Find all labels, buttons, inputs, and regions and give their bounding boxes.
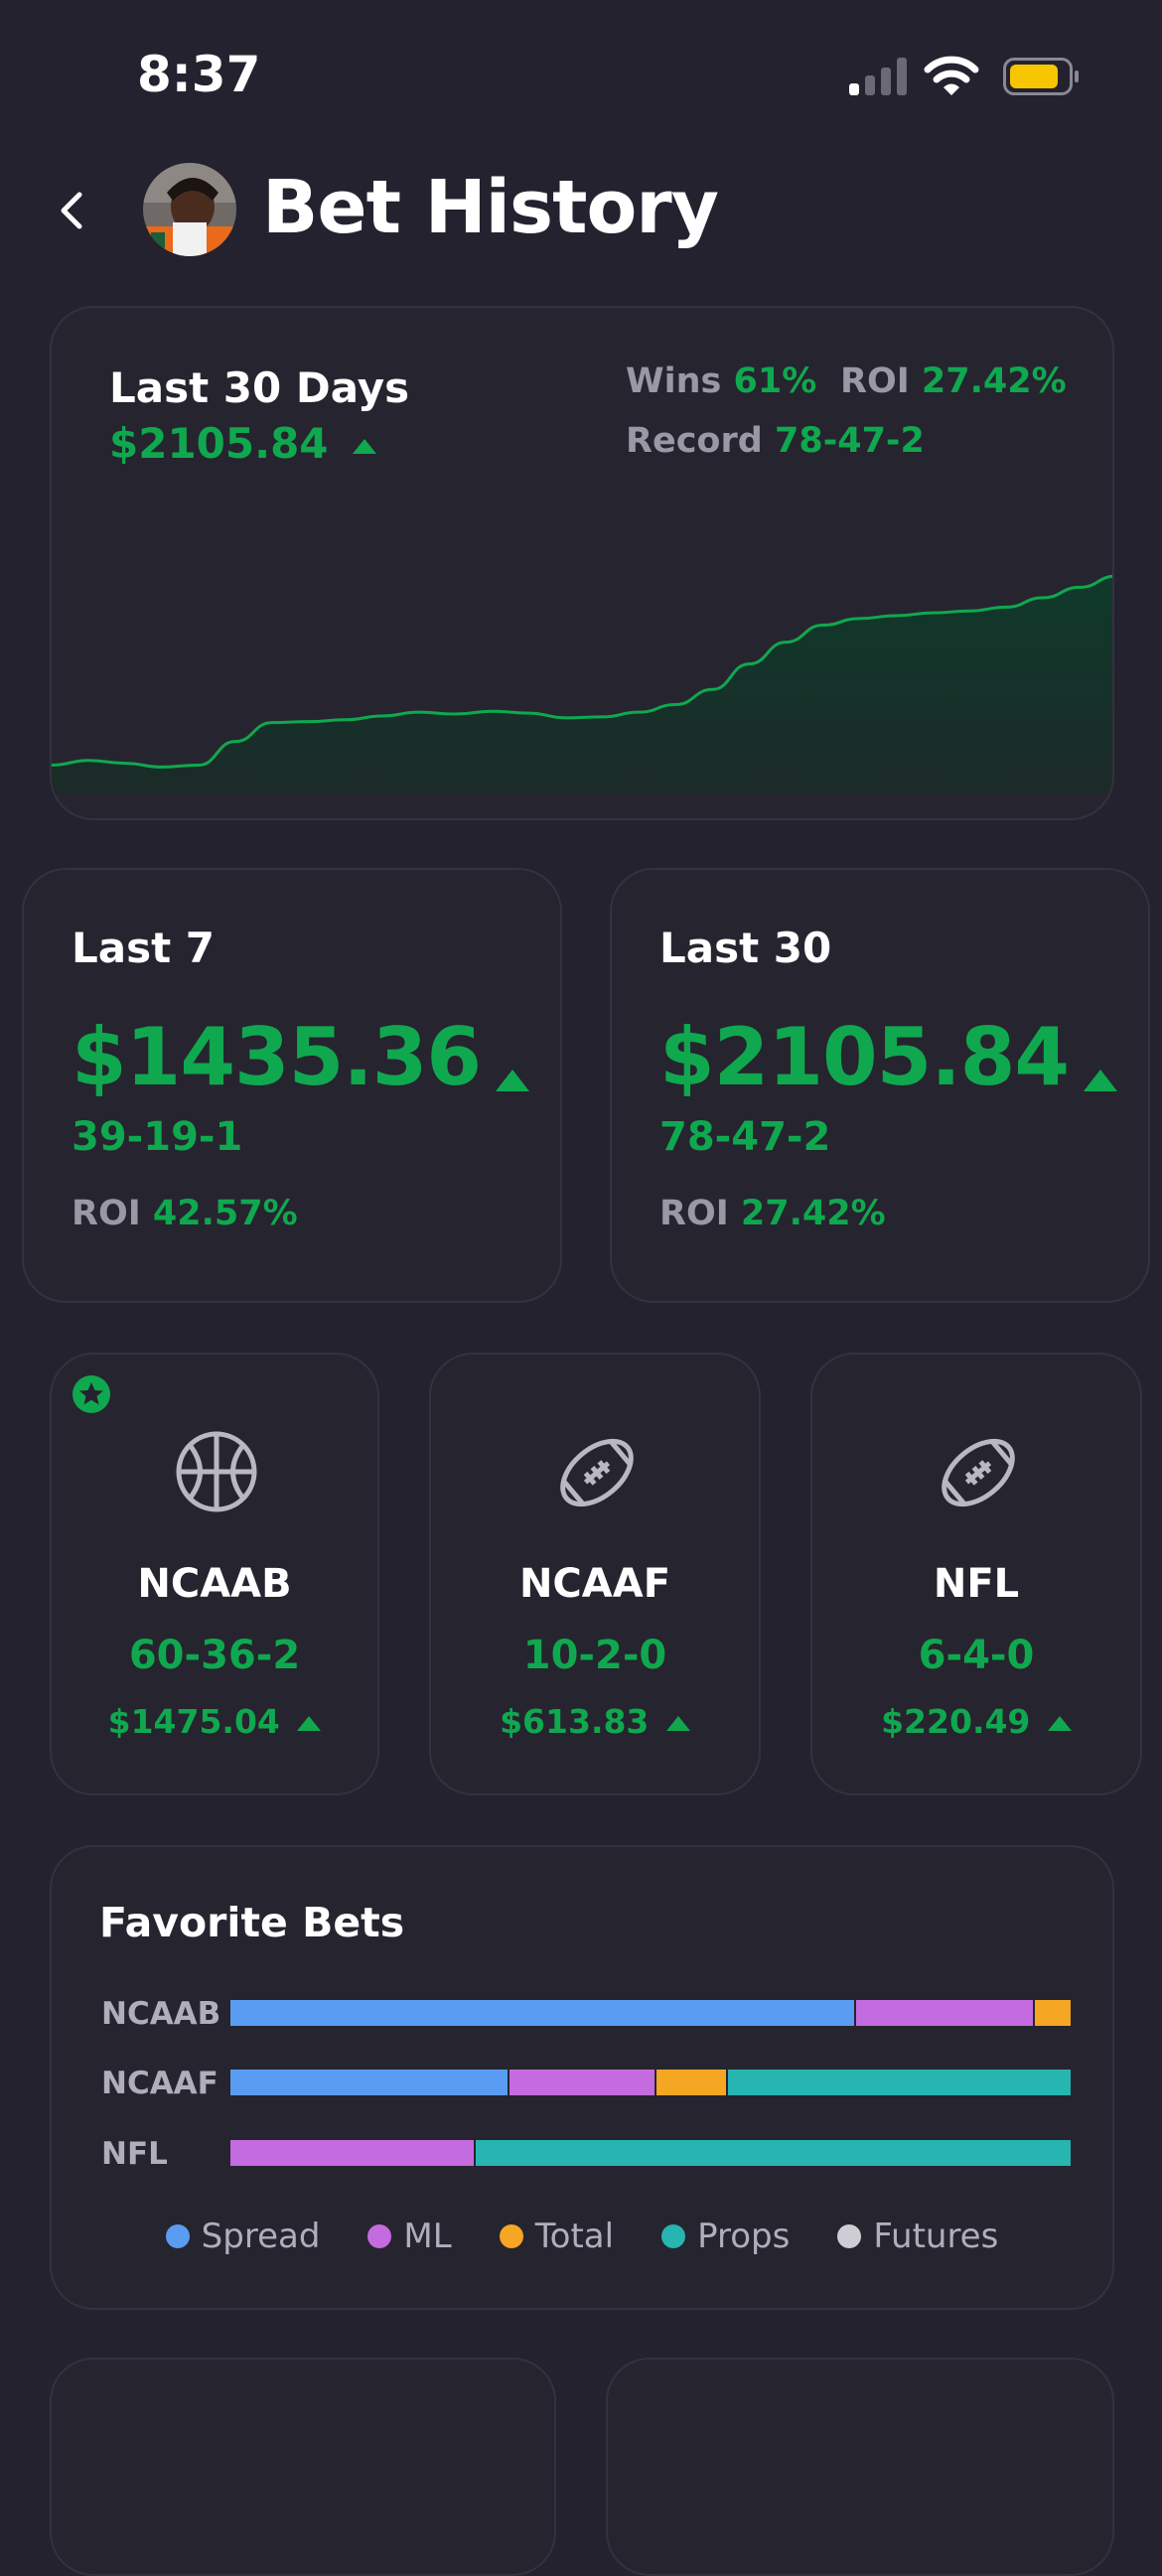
partial-card-right[interactable]	[606, 2358, 1114, 2576]
sport-amount-row: $220.49	[812, 1702, 1140, 1741]
sport-card-ncaab[interactable]: NCAAB 60-36-2 $1475.04	[50, 1353, 379, 1795]
sport-name: NCAAB	[137, 1561, 292, 1607]
sport-amount-row: $1475.04	[52, 1702, 377, 1741]
legend-label: Spread	[201, 2217, 321, 2256]
summary-amount-row: $2105.84	[109, 419, 377, 468]
period-card-roi: ROI 42.57%	[72, 1194, 298, 1233]
sport-amount: $613.83	[500, 1702, 650, 1741]
up-triangle-icon	[1084, 1069, 1118, 1091]
sport-amount-row: $613.83	[431, 1702, 759, 1741]
bet-type-bar	[230, 2140, 1071, 2166]
period-card-amount: $1435.36	[72, 1011, 482, 1103]
football-icon	[560, 1438, 634, 1507]
wins-value: 61%	[733, 361, 817, 401]
period-card-record: 39-19-1	[72, 1114, 243, 1160]
bar-segment-spread	[230, 2070, 509, 2095]
roi-label: ROI	[72, 1194, 141, 1233]
wifi-icon	[924, 56, 979, 95]
legend-dot	[837, 2224, 862, 2248]
battery-icon	[1003, 58, 1079, 95]
bar-segment-props	[476, 2140, 1071, 2166]
avatar[interactable]	[143, 163, 236, 256]
record-label: Record	[626, 421, 763, 461]
period-card-amount-row: $2105.84	[659, 1011, 1118, 1103]
cellular-signal-icon	[849, 58, 907, 95]
period-card-amount-row: $1435.36	[72, 1011, 530, 1103]
period-card-amount: $2105.84	[659, 1011, 1070, 1103]
bet-type-legend: Spread ML Total Props Futures	[52, 2217, 1112, 2256]
football-icon	[942, 1438, 1015, 1507]
legend-dot	[165, 2224, 190, 2248]
status-time: 8:37	[137, 46, 261, 103]
record-value: 78-47-2	[774, 421, 925, 461]
up-triangle-icon	[353, 439, 377, 454]
bar-segment-ml	[856, 2000, 1035, 2026]
basketball-icon	[176, 1431, 257, 1512]
sport-card-ncaaf[interactable]: NCAAF 10-2-0 $613.83	[429, 1353, 761, 1795]
legend-item: Futures	[837, 2217, 998, 2256]
partial-card-left[interactable]	[50, 2358, 556, 2576]
legend-dot	[367, 2224, 392, 2248]
legend-label: ML	[403, 2217, 452, 2256]
bar-segment-ml	[508, 2070, 656, 2095]
favorite-star-icon	[73, 1375, 110, 1413]
sport-name: NCAAF	[518, 1561, 671, 1607]
period-label: Last 30 Days	[109, 363, 410, 412]
roi-label: ROI	[840, 361, 910, 401]
up-triangle-icon	[665, 1716, 690, 1731]
roi-value: 42.57%	[152, 1194, 298, 1233]
bar-label: NFL	[101, 2136, 168, 2172]
summary-amount: $2105.84	[109, 419, 329, 468]
profit-trend-chart	[52, 574, 1112, 794]
sport-record: 60-36-2	[128, 1633, 301, 1678]
bar-label: NCAAF	[101, 2066, 218, 2101]
bar-segment-total	[1034, 2000, 1071, 2026]
sport-name: NFL	[933, 1561, 1020, 1607]
period-card-record: 78-47-2	[659, 1114, 831, 1160]
legend-dot	[499, 2224, 523, 2248]
legend-label: Total	[534, 2217, 615, 2256]
roi-label: ROI	[659, 1194, 729, 1233]
period-card-last-30[interactable]: Last 30 $2105.84 78-47-2 ROI 27.42%	[610, 868, 1150, 1303]
legend-item: ML	[367, 2217, 452, 2256]
bar-label: NCAAB	[101, 1996, 221, 2032]
roi-value: 27.42%	[740, 1194, 886, 1233]
period-card-roi: ROI 27.42%	[659, 1194, 886, 1233]
sport-card-nfl[interactable]: NFL 6-4-0 $220.49	[810, 1353, 1142, 1795]
legend-dot	[661, 2224, 686, 2248]
roi-value: 27.42%	[921, 361, 1067, 401]
period-card-last-7[interactable]: Last 7 $1435.36 39-19-1 ROI 42.57%	[22, 868, 562, 1303]
sport-record: 10-2-0	[522, 1633, 667, 1678]
wins-label: Wins	[626, 361, 722, 401]
sport-record: 6-4-0	[918, 1633, 1035, 1678]
period-card-label: Last 30	[659, 924, 832, 972]
bar-segment-total	[655, 2070, 728, 2095]
favorite-bets-title: Favorite Bets	[99, 1899, 405, 1946]
bet-type-bar	[230, 2000, 1071, 2026]
up-triangle-icon	[496, 1069, 530, 1091]
favorite-bets-card: Favorite Bets NCAAB NCAAF NFL Spread ML …	[50, 1845, 1114, 2310]
record-stat: Record 78-47-2	[626, 421, 925, 461]
sport-amount: $1475.04	[107, 1702, 280, 1741]
legend-label: Props	[697, 2217, 791, 2256]
summary-card: Last 30 Days $2105.84 Wins 61% ROI 27.42…	[50, 306, 1114, 820]
legend-item: Total	[499, 2217, 615, 2256]
legend-item: Props	[661, 2217, 790, 2256]
up-triangle-icon	[297, 1716, 322, 1731]
legend-item: Spread	[165, 2217, 321, 2256]
bar-segment-ml	[230, 2140, 477, 2166]
bet-type-bar	[230, 2070, 1071, 2095]
roi-stat: ROI 27.42%	[840, 361, 1067, 401]
bar-segment-props	[727, 2070, 1071, 2095]
back-chevron-icon[interactable]	[56, 189, 87, 232]
legend-label: Futures	[873, 2217, 999, 2256]
up-triangle-icon	[1047, 1716, 1072, 1731]
period-card-label: Last 7	[72, 924, 216, 972]
page-title: Bet History	[262, 165, 719, 250]
bar-segment-spread	[230, 2000, 857, 2026]
sport-amount: $220.49	[881, 1702, 1031, 1741]
wins-stat: Wins 61%	[626, 361, 816, 401]
